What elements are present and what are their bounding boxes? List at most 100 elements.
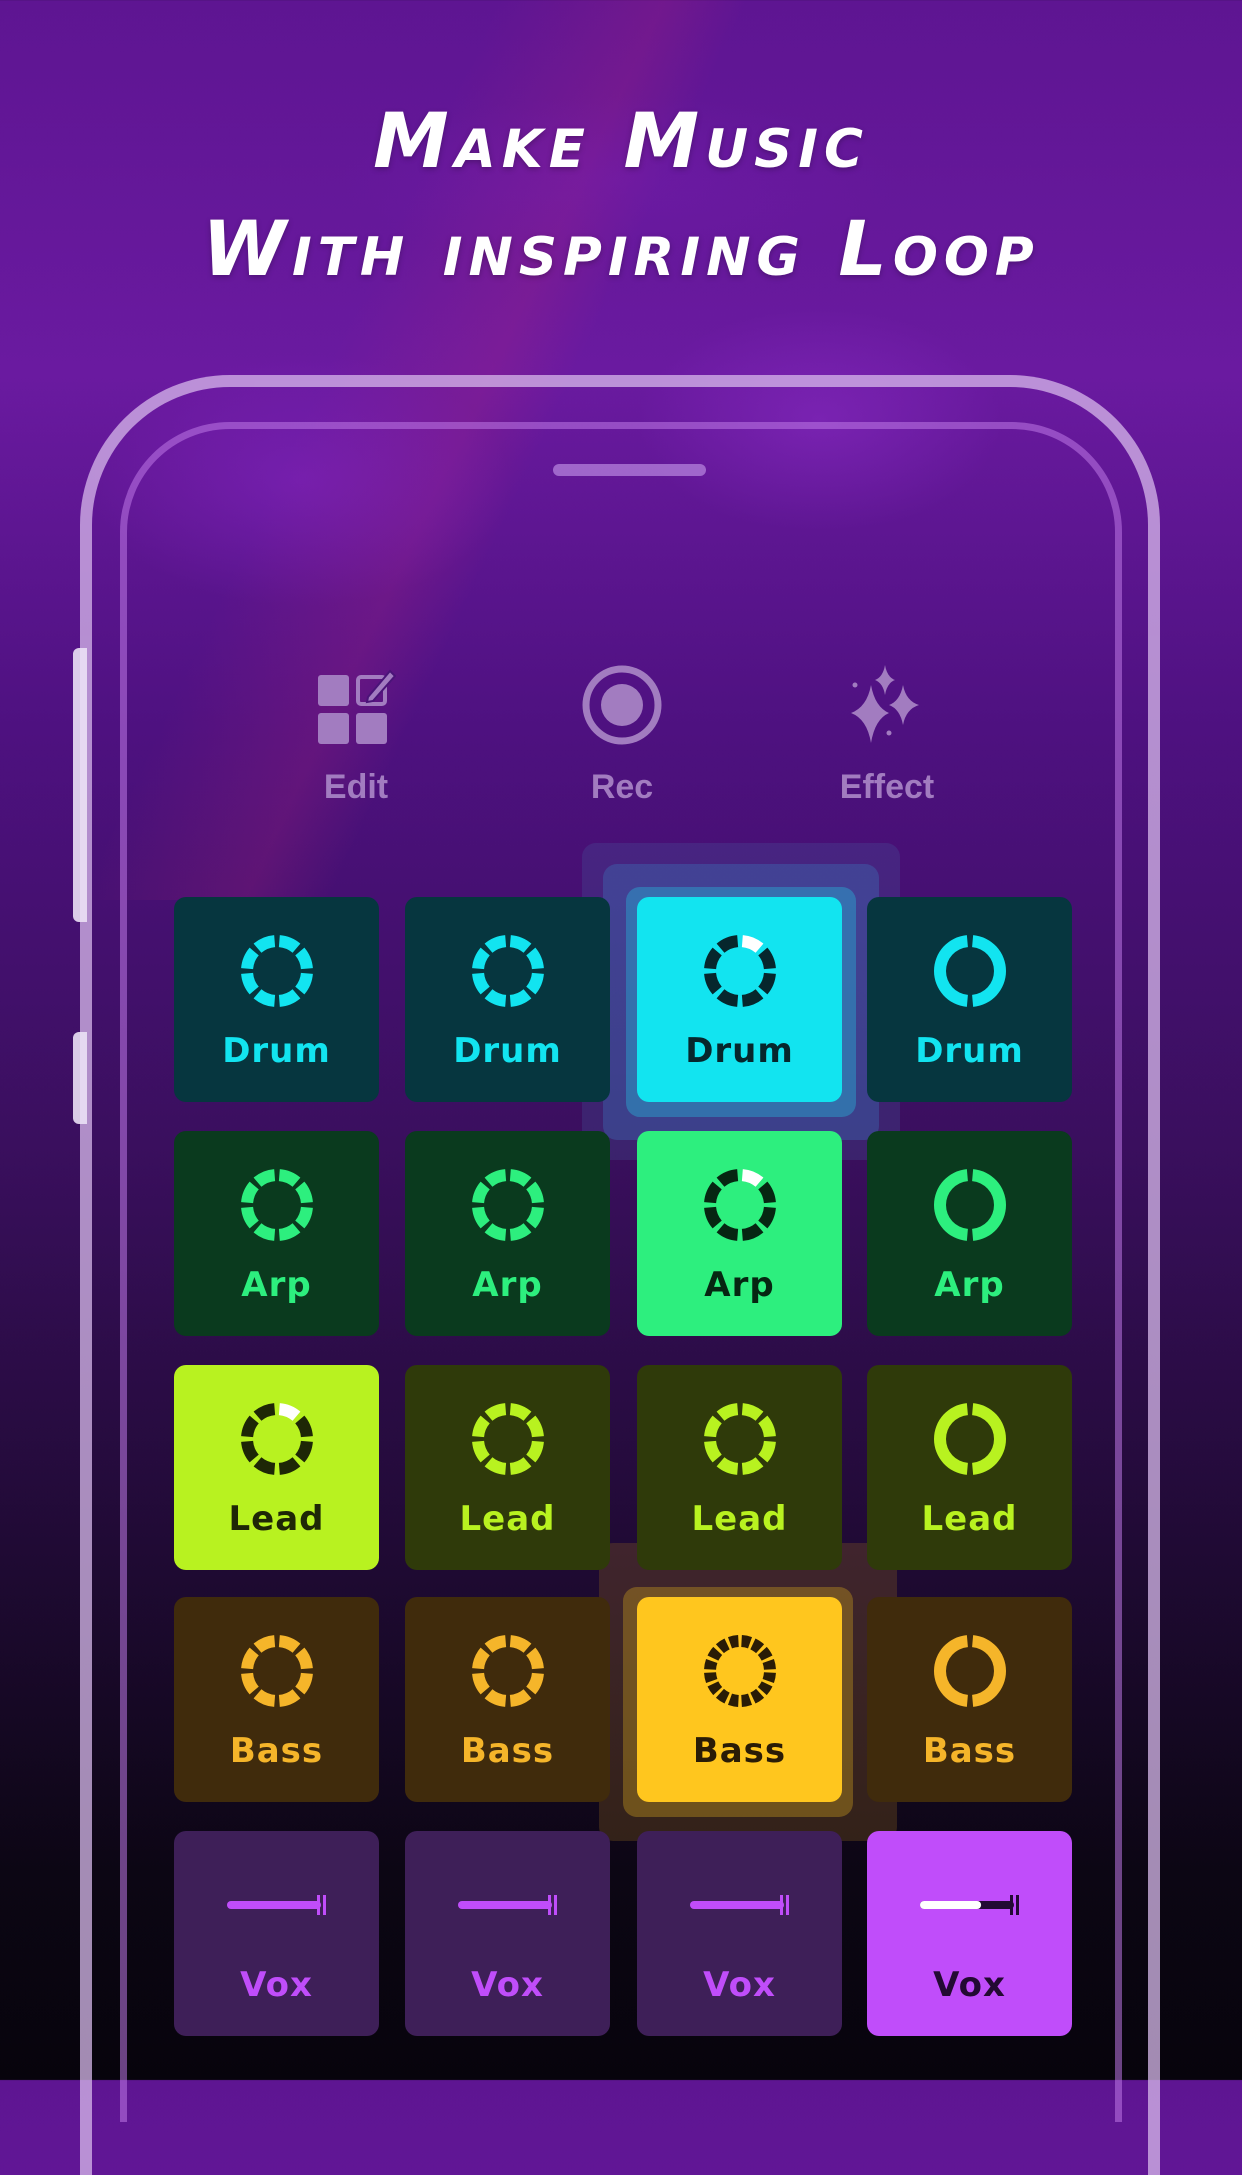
vox-end-marker bbox=[316, 1895, 320, 1915]
pad-label: Arp bbox=[704, 1265, 775, 1305]
ring-segment bbox=[971, 1403, 1006, 1475]
vox-track bbox=[457, 1901, 552, 1909]
pad-label: Drum bbox=[915, 1031, 1024, 1071]
vox-end-marker bbox=[785, 1895, 789, 1915]
ring-segment bbox=[741, 989, 763, 1007]
ring-segment bbox=[757, 1181, 776, 1204]
vox-track bbox=[689, 1901, 784, 1909]
pad-label: Bass bbox=[692, 1731, 787, 1771]
ring-segment bbox=[741, 1169, 763, 1187]
ring-segment bbox=[484, 1457, 506, 1475]
ring-segment bbox=[971, 1169, 1006, 1241]
pad-vox-3[interactable]: Vox bbox=[637, 1831, 842, 2036]
ring-segment bbox=[294, 1415, 313, 1438]
vox-track bbox=[226, 1901, 321, 1909]
pad-label: Vox bbox=[471, 1965, 544, 2005]
ring-segment bbox=[471, 1181, 490, 1204]
ring-segment bbox=[525, 947, 544, 970]
edit-button[interactable]: Edit bbox=[266, 660, 446, 807]
pad-lead-3[interactable]: Lead bbox=[637, 1365, 842, 1570]
ring-segment bbox=[703, 1415, 722, 1438]
ring-segment bbox=[278, 1457, 300, 1475]
phone-side-button-power bbox=[73, 1032, 87, 1124]
split-ring-icon bbox=[933, 1635, 1006, 1707]
ring-segment bbox=[716, 1223, 738, 1241]
phone-side-button-volume bbox=[73, 648, 87, 922]
pad-bass-1[interactable]: Bass bbox=[174, 1597, 379, 1802]
pad-vox-4-active[interactable]: Vox bbox=[867, 1831, 1072, 2036]
pad-label: Lead bbox=[921, 1499, 1018, 1539]
pad-label: Lead bbox=[691, 1499, 788, 1539]
pad-lead-2[interactable]: Lead bbox=[405, 1365, 610, 1570]
split-ring-icon bbox=[933, 1403, 1006, 1475]
ring-segment bbox=[509, 935, 531, 953]
ring-segment bbox=[278, 1635, 300, 1653]
ring-segment bbox=[278, 935, 300, 953]
ring-segment bbox=[471, 1672, 490, 1695]
sparkles-icon bbox=[851, 665, 919, 743]
ring-segment bbox=[253, 1635, 275, 1653]
dashed-ring-icon bbox=[471, 935, 544, 1007]
pad-arp-2[interactable]: Arp bbox=[405, 1131, 610, 1336]
vox-line-icon bbox=[919, 1895, 1019, 1915]
pad-label: Drum bbox=[685, 1031, 794, 1071]
ring-segment bbox=[727, 1693, 739, 1707]
pad-arp-3-active[interactable]: Arp bbox=[637, 1131, 842, 1336]
ring-segment bbox=[933, 1169, 968, 1241]
ring-segment bbox=[294, 1181, 313, 1204]
ring-segment bbox=[707, 1646, 722, 1661]
ring-segment bbox=[762, 1658, 776, 1670]
headline-line-2: With inspiring Loop bbox=[202, 204, 1040, 293]
ring-segment bbox=[509, 1223, 531, 1241]
ring-segment bbox=[933, 1403, 968, 1475]
vox-end-marker bbox=[322, 1895, 326, 1915]
pad-arp-4[interactable]: Arp bbox=[867, 1131, 1072, 1336]
pad-label: Arp bbox=[934, 1265, 1005, 1305]
ring-segment bbox=[509, 1635, 531, 1653]
pad-bass-3-active[interactable]: Bass bbox=[637, 1597, 842, 1802]
split-ring-icon bbox=[933, 935, 1006, 1007]
ring-segment bbox=[933, 1635, 968, 1707]
pad-lead-4[interactable]: Lead bbox=[867, 1365, 1072, 1570]
dashed-ring-icon bbox=[240, 935, 313, 1007]
ring-segment bbox=[278, 1223, 300, 1241]
ring-segment bbox=[525, 972, 544, 995]
dashed-ring-icon bbox=[471, 1169, 544, 1241]
ring-segment bbox=[253, 1457, 275, 1475]
pad-vox-1[interactable]: Vox bbox=[174, 1831, 379, 2036]
ring-segment bbox=[740, 1635, 752, 1649]
dashed-ring-icon bbox=[240, 1635, 313, 1707]
ring-segment bbox=[715, 1638, 730, 1654]
ring-segment bbox=[703, 1672, 717, 1684]
pad-vox-2[interactable]: Vox bbox=[405, 1831, 610, 2036]
ring-segment bbox=[484, 1635, 506, 1653]
ring-segment bbox=[762, 1672, 776, 1684]
dashed-ring-icon bbox=[703, 1403, 776, 1475]
ring-segment bbox=[253, 1403, 275, 1421]
pad-drum-3-active[interactable]: Drum bbox=[637, 897, 842, 1102]
effect-button[interactable]: Effect bbox=[797, 660, 977, 807]
pad-lead-1-active[interactable]: Lead bbox=[174, 1365, 379, 1570]
dashed-ring-icon bbox=[240, 1169, 313, 1241]
ring-segment bbox=[253, 989, 275, 1007]
ring-segment bbox=[703, 972, 722, 995]
ring-segment bbox=[240, 947, 259, 970]
ring-segment bbox=[525, 1440, 544, 1463]
pad-drum-1[interactable]: Drum bbox=[174, 897, 379, 1102]
fine-dashed-ring-icon bbox=[703, 1635, 776, 1707]
ring-segment bbox=[525, 1181, 544, 1204]
ring-segment bbox=[703, 1440, 722, 1463]
pad-label: Vox bbox=[240, 1965, 313, 2005]
vox-line-icon bbox=[226, 1895, 326, 1915]
pad-drum-4[interactable]: Drum bbox=[867, 897, 1072, 1102]
pad-arp-1[interactable]: Arp bbox=[174, 1131, 379, 1336]
edit-label: Edit bbox=[323, 768, 389, 806]
vox-end-marker bbox=[553, 1895, 557, 1915]
pad-label: Bass bbox=[460, 1731, 555, 1771]
ring-segment bbox=[294, 972, 313, 995]
pad-bass-2[interactable]: Bass bbox=[405, 1597, 610, 1802]
rec-button[interactable]: Rec bbox=[532, 660, 712, 807]
pad-drum-2[interactable]: Drum bbox=[405, 897, 610, 1102]
pad-bass-4[interactable]: Bass bbox=[867, 1597, 1072, 1802]
ring-segment bbox=[240, 972, 259, 995]
